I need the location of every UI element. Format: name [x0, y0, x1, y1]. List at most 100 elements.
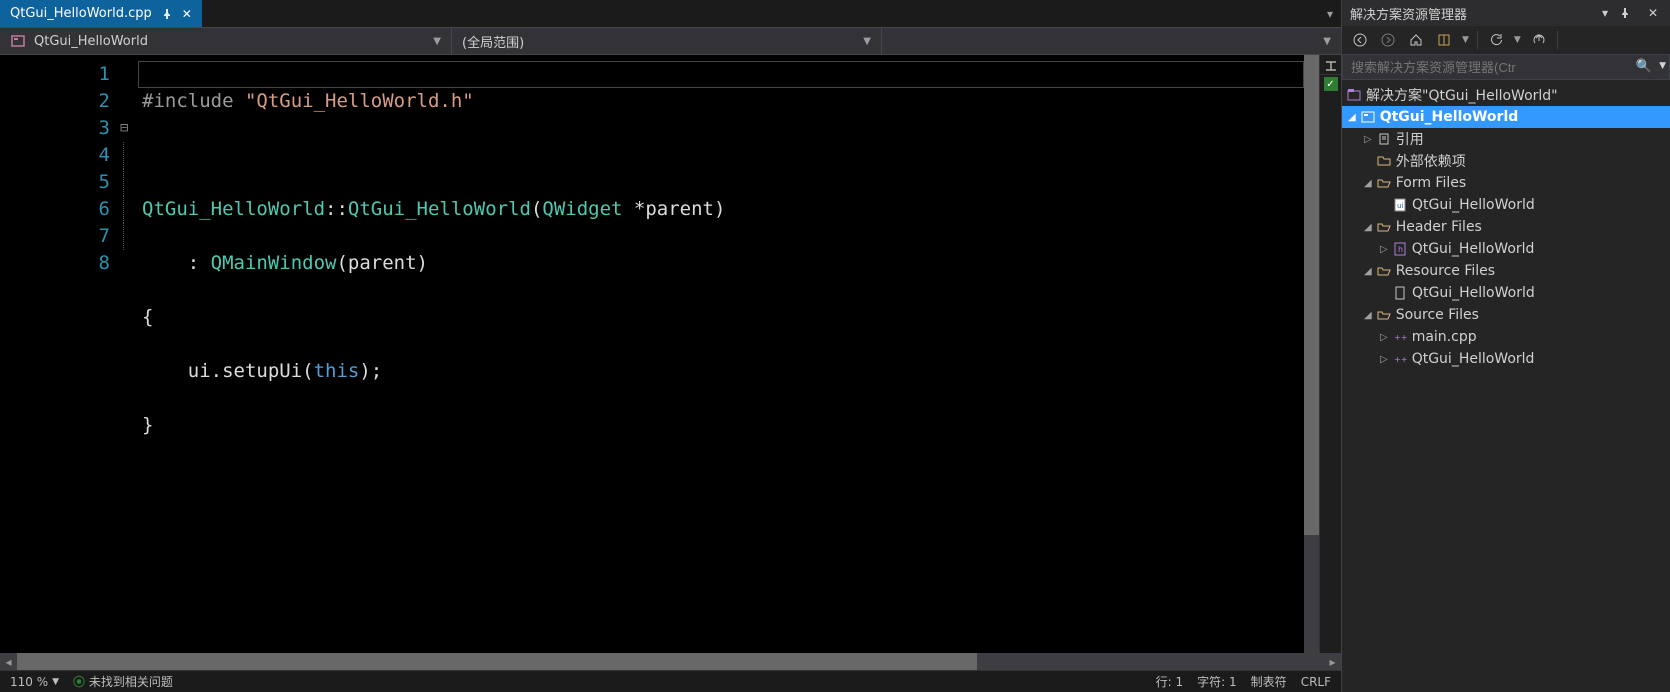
chevron-down-icon[interactable]: ▼ — [1462, 35, 1469, 45]
expand-toggle-icon[interactable]: ▷ — [1380, 354, 1388, 365]
tree-header-files-folder[interactable]: ◢ Header Files — [1342, 216, 1670, 238]
cpp-file-icon: ++ — [1392, 351, 1408, 367]
solution-explorer-titlebar[interactable]: 解决方案资源管理器 ▾ ✕ — [1342, 0, 1670, 26]
code-token: *parent) — [622, 198, 725, 220]
expand-toggle-icon[interactable]: ◢ — [1348, 112, 1356, 123]
line-number[interactable]: 4 — [0, 142, 110, 169]
expand-toggle-icon[interactable]: ◢ — [1364, 266, 1372, 277]
cursor-line[interactable]: 行: 1 — [1156, 673, 1184, 690]
solution-explorer-search: 🔍 ▼ — [1342, 54, 1670, 80]
tree-file-item[interactable]: QtGui_HelloWorld — [1342, 282, 1670, 304]
vertical-scrollbar[interactable] — [1304, 55, 1319, 653]
tree-solution-node[interactable]: 解决方案"QtGui_HelloWorld" — [1342, 84, 1670, 106]
issue-status[interactable]: ⦿ 未找到相关问题 — [73, 673, 173, 690]
tree-source-files-folder[interactable]: ◢ Source Files — [1342, 304, 1670, 326]
document-tools: ▾ — [1327, 7, 1341, 21]
editor-status-bar: 110 % ▼ ⦿ 未找到相关问题 行: 1 字符: 1 制表符 CRLF — [0, 670, 1341, 692]
tree-file-item[interactable]: ▷ ++ QtGui_HelloWorld — [1342, 348, 1670, 370]
scroll-right-arrow[interactable]: ▸ — [1324, 655, 1341, 669]
line-number[interactable]: 5 — [0, 169, 110, 196]
tree-label: QtGui_HelloWorld — [1380, 109, 1519, 125]
tree-label: QtGui_HelloWorld — [1412, 197, 1535, 213]
issue-status-label: 未找到相关问题 — [89, 675, 173, 689]
solution-tree: 解决方案"QtGui_HelloWorld" ◢ QtGui_HelloWorl… — [1342, 80, 1670, 692]
root: QtGui_HelloWorld.cpp ✕ ▾ QtGui_HelloWorl… — [0, 0, 1670, 692]
close-icon[interactable]: ✕ — [182, 7, 192, 21]
svg-text:h: h — [1398, 245, 1403, 254]
line-number[interactable]: 1 — [0, 61, 110, 88]
line-number[interactable]: 8 — [0, 250, 110, 277]
pin-icon[interactable] — [162, 9, 172, 19]
tree-project-node[interactable]: ◢ QtGui_HelloWorld — [1342, 106, 1670, 128]
expand-toggle-icon[interactable]: ◢ — [1364, 222, 1372, 233]
zoom-control[interactable]: 110 % ▼ — [10, 675, 59, 689]
panel-title: 解决方案资源管理器 — [1350, 4, 1590, 23]
expand-toggle-icon[interactable]: ▷ — [1380, 332, 1388, 343]
tree-file-item[interactable]: ▷ h QtGui_HelloWorld — [1342, 238, 1670, 260]
line-number[interactable]: 7 — [0, 223, 110, 250]
line-number[interactable]: 6 — [0, 196, 110, 223]
home-icon[interactable] — [1406, 30, 1426, 50]
collapse-all-icon[interactable] — [1529, 30, 1549, 50]
cursor-col[interactable]: 字符: 1 — [1197, 673, 1237, 690]
solution-explorer-toolbar: ▼ ▼ — [1342, 26, 1670, 54]
back-icon[interactable] — [1350, 30, 1370, 50]
editor-right-rail: ✓ — [1319, 55, 1341, 653]
tree-label: Resource Files — [1396, 263, 1495, 279]
tree-label: Header Files — [1396, 219, 1482, 235]
tree-external-deps-node[interactable]: ▷ 外部依赖项 — [1342, 150, 1670, 172]
code-token: ( — [531, 198, 542, 220]
close-icon[interactable]: ✕ — [1644, 6, 1662, 20]
class-selector[interactable]: QtGui_HelloWorld ▼ — [0, 28, 452, 54]
tree-resource-files-folder[interactable]: ◢ Resource Files — [1342, 260, 1670, 282]
line-number[interactable]: 2 — [0, 88, 110, 115]
chevron-down-icon[interactable]: ▼ — [1514, 35, 1521, 45]
code-token: : — [142, 252, 211, 274]
scroll-left-arrow[interactable]: ◂ — [0, 655, 17, 669]
expand-toggle-icon[interactable]: ◢ — [1364, 178, 1372, 189]
expand-toggle-icon[interactable]: ▷ — [1364, 134, 1372, 145]
tree-file-item[interactable]: ▷ ++ main.cpp — [1342, 326, 1670, 348]
svg-text:++: ++ — [1394, 355, 1407, 364]
dropdown-icon[interactable]: ▾ — [1327, 7, 1333, 21]
code-editor: 1 2 3 4 5 6 7 8 ⊟ #include "QtGui_He — [0, 55, 1341, 653]
project-icon — [1360, 109, 1376, 125]
code-token: QtGui_HelloWorld — [142, 198, 325, 220]
indent-mode[interactable]: 制表符 — [1251, 673, 1287, 690]
split-editor-button[interactable] — [1320, 55, 1341, 75]
refresh-icon[interactable] — [1486, 30, 1506, 50]
code-token: (parent) — [336, 252, 428, 274]
expand-toggle-icon[interactable]: ▷ — [1380, 244, 1388, 255]
scope-selector[interactable]: (全局范围) ▼ — [452, 28, 882, 54]
panel-menu-icon[interactable]: ▾ — [1596, 6, 1614, 20]
line-number[interactable]: 3 — [0, 115, 110, 142]
horizontal-scrollbar[interactable]: ◂ ▸ — [0, 653, 1341, 670]
chevron-down-icon: ▼ — [433, 36, 441, 47]
solution-explorer-panel: 解决方案资源管理器 ▾ ✕ ▼ ▼ 🔍 ▼ — [1341, 0, 1670, 692]
tree-form-files-folder[interactable]: ◢ Form Files — [1342, 172, 1670, 194]
fold-gutter: ⊟ — [120, 55, 138, 653]
tree-label: main.cpp — [1412, 329, 1477, 345]
tree-references-node[interactable]: ▷ 引用 — [1342, 128, 1670, 150]
chevron-down-icon: ▼ — [52, 677, 59, 687]
forward-icon[interactable] — [1378, 30, 1398, 50]
tree-file-item[interactable]: ui QtGui_HelloWorld — [1342, 194, 1670, 216]
folder-icon — [1376, 153, 1392, 169]
pin-icon[interactable] — [1620, 8, 1638, 18]
code-token: ); — [359, 360, 382, 382]
folder-open-icon — [1376, 219, 1392, 235]
chevron-down-icon: ▼ — [863, 36, 871, 47]
expand-toggle-icon[interactable]: ◢ — [1364, 310, 1372, 321]
fold-toggle[interactable]: ⊟ — [120, 115, 138, 142]
eol-mode[interactable]: CRLF — [1301, 675, 1331, 689]
tree-label: 解决方案"QtGui_HelloWorld" — [1366, 85, 1558, 105]
health-indicator-ok-icon[interactable]: ✓ — [1324, 77, 1338, 91]
search-icon[interactable]: 🔍 — [1636, 59, 1652, 74]
sync-with-document-icon[interactable] — [1434, 30, 1454, 50]
file-tab[interactable]: QtGui_HelloWorld.cpp ✕ — [0, 0, 202, 27]
search-input[interactable] — [1342, 54, 1670, 80]
file-icon — [1392, 285, 1408, 301]
code-text[interactable]: #include "QtGui_HelloWorld.h" QtGui_Hell… — [138, 55, 1304, 547]
chevron-down-icon[interactable]: ▼ — [1659, 61, 1666, 71]
member-selector[interactable]: ▼ — [882, 28, 1341, 54]
